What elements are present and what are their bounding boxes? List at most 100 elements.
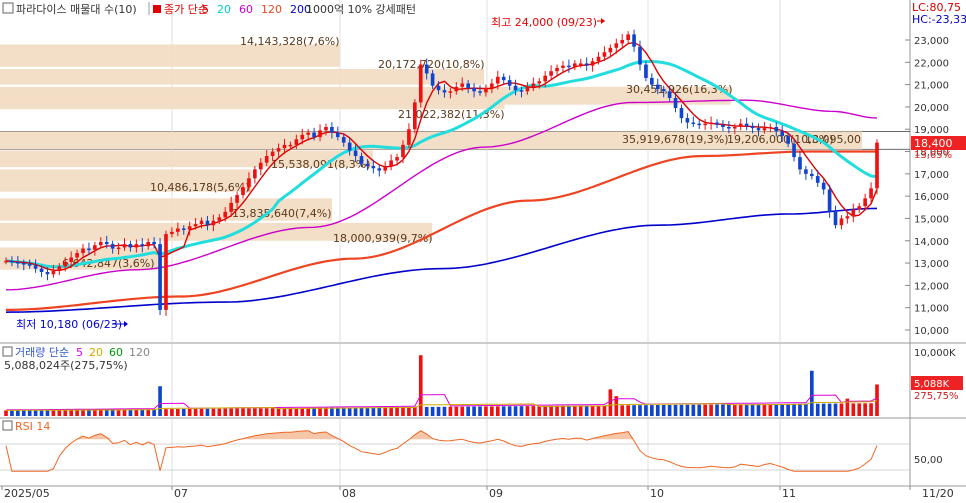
- volume-bar: [205, 408, 210, 416]
- profile-bar: [0, 69, 485, 85]
- candle: [673, 98, 678, 109]
- candle: [330, 127, 334, 133]
- volume-bar: [365, 407, 370, 416]
- volume-bar: [282, 408, 287, 416]
- candle: [780, 131, 785, 136]
- volume-bar: [827, 403, 832, 416]
- candle: [424, 64, 429, 74]
- pattern-label: 1000억 10% 강세패턴: [306, 3, 416, 16]
- volume-bar: [851, 403, 856, 416]
- volume-bar: [472, 406, 476, 416]
- volume-bar: [241, 408, 245, 416]
- candle: [241, 187, 245, 196]
- date-tick-label: 08: [342, 487, 356, 500]
- volume-bar: [673, 404, 678, 416]
- profile-label: 18,095,00: [805, 133, 861, 146]
- volume-settings-icon[interactable]: [2, 346, 13, 357]
- volume-bar: [187, 408, 192, 416]
- volume-bar: [750, 404, 755, 416]
- candle: [762, 128, 767, 131]
- candle: [495, 76, 500, 84]
- candle: [229, 202, 233, 212]
- volume-bar: [667, 404, 672, 416]
- volume-bar: [798, 403, 802, 416]
- candle: [247, 178, 251, 188]
- rsi-settings-icon[interactable]: [2, 420, 13, 431]
- volume-bar: [768, 404, 773, 416]
- price-tick-label: 13,000: [914, 259, 949, 270]
- candle: [567, 65, 571, 68]
- candle: [104, 241, 109, 245]
- volume-bar: [679, 404, 684, 416]
- date-tick-label: 07: [174, 487, 188, 500]
- candle: [205, 220, 210, 226]
- candle: [703, 123, 707, 126]
- candle: [69, 257, 74, 262]
- candle: [436, 85, 441, 91]
- volume-bar: [16, 410, 20, 416]
- stock-chart[interactable]: 14,143,328(7,6%) 20,172,720(10,8%) 21,022,…: [0, 0, 966, 500]
- profile-label: 18,000,939(9,7%): [333, 232, 433, 245]
- candle: [110, 244, 115, 249]
- volume-bar: [288, 408, 293, 416]
- candle: [863, 198, 867, 207]
- volume-bar: [804, 403, 808, 416]
- volume-bar: [744, 404, 749, 416]
- candle: [27, 264, 32, 266]
- volume-bar: [383, 407, 388, 416]
- volume-bar: [454, 406, 459, 416]
- candle: [490, 83, 494, 88]
- volume-bar: [732, 404, 737, 416]
- volume-bar: [567, 405, 571, 416]
- volume-legend-item: 5: [76, 346, 83, 359]
- candle: [691, 122, 696, 125]
- candle: [4, 260, 8, 263]
- volume-bar: [223, 408, 228, 416]
- volume-bar: [300, 407, 305, 416]
- volume-bar: [519, 406, 524, 416]
- candle: [146, 241, 151, 247]
- candle: [16, 261, 20, 264]
- candle: [525, 86, 530, 92]
- volume-axis-top: 10,000K: [914, 348, 956, 359]
- volume-value: 5,088,024주(275,75%): [4, 359, 128, 372]
- volume-bar: [353, 407, 358, 416]
- candle: [821, 182, 826, 190]
- volume-bar: [81, 409, 85, 416]
- candle: [39, 268, 44, 272]
- volume-bar: [377, 407, 382, 416]
- high-annotation: 최고 24,000 (09/23): [491, 16, 597, 29]
- volume-bar: [253, 408, 257, 416]
- price-tick-label: 11,000: [914, 304, 949, 315]
- volume-bar: [549, 405, 553, 416]
- candle: [685, 118, 690, 123]
- candle: [63, 261, 68, 267]
- candle: [815, 176, 820, 183]
- volume-bar: [134, 409, 139, 416]
- volume-bar: [270, 408, 275, 416]
- settings-box-icon[interactable]: [2, 2, 14, 14]
- chart-canvas[interactable]: 14,143,328(7,6%)20,172,720(10,8%)21,022,…: [0, 0, 966, 500]
- chart-title: 파라다이스 매물대 수(10): [16, 3, 137, 16]
- volume-bar: [655, 405, 660, 416]
- volume-bar: [815, 403, 820, 416]
- volume-bar: [258, 408, 263, 416]
- volume-bar: [478, 406, 482, 416]
- candle: [116, 247, 121, 249]
- candle: [407, 129, 411, 145]
- volume-bar: [276, 408, 281, 416]
- candle: [122, 244, 127, 248]
- candle: [140, 244, 145, 247]
- candle: [371, 166, 376, 169]
- volume-bar: [590, 405, 595, 416]
- volume-label: 거래량 단순: [15, 346, 69, 359]
- candle: [661, 89, 666, 92]
- candle: [45, 272, 50, 275]
- date-tick-label: 09: [489, 487, 503, 500]
- candle: [57, 266, 62, 271]
- candle: [460, 83, 465, 87]
- volume-bar: [418, 355, 423, 416]
- volume-bar: [626, 405, 630, 416]
- volume-bar: [110, 409, 115, 416]
- volume-bar: [875, 384, 879, 416]
